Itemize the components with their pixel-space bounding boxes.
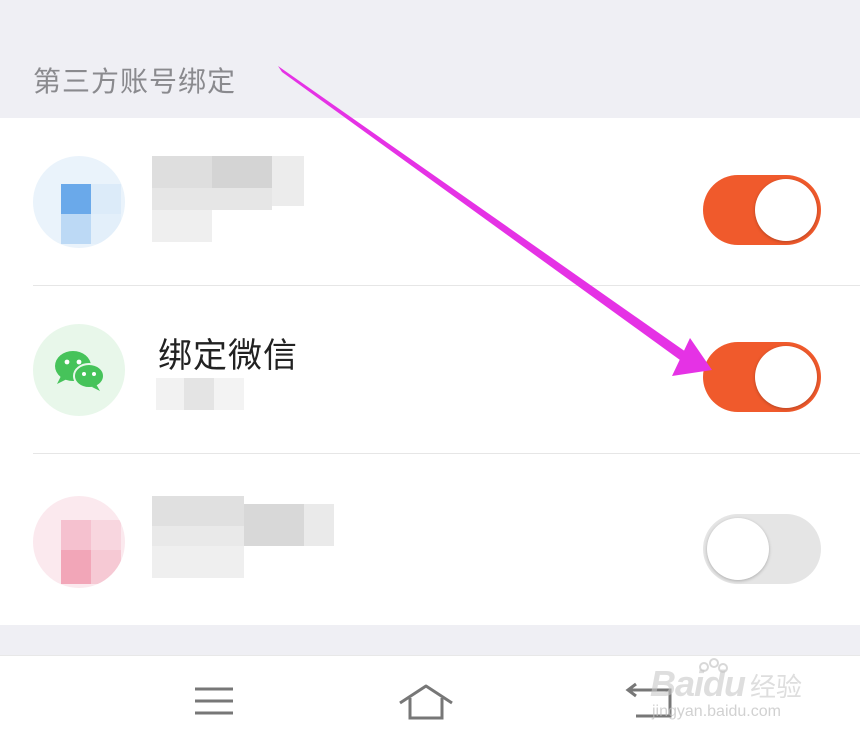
blurred-subtitle — [152, 210, 212, 242]
blurred-title — [152, 496, 244, 526]
blurred-subtitle — [214, 378, 244, 410]
toggle-knob — [755, 179, 817, 241]
account-icon-blurred — [33, 156, 125, 248]
blurred-subtitle — [152, 546, 244, 578]
section-header: 第三方账号绑定 — [0, 0, 860, 118]
blurred-title — [304, 504, 334, 546]
row-title: 绑定微信 — [158, 336, 298, 376]
section-spacer — [0, 625, 860, 655]
blurred-subtitle — [156, 378, 184, 410]
binding-row-weibo[interactable] — [0, 454, 860, 622]
blurred-title — [152, 188, 272, 210]
home-icon[interactable] — [396, 676, 456, 726]
menu-icon[interactable] — [183, 676, 243, 726]
blurred-title — [244, 504, 304, 546]
binding-row-1[interactable] — [0, 118, 860, 286]
blurred-title — [272, 156, 304, 206]
watermark-suffix: 经验 — [750, 673, 803, 703]
blurred-title — [212, 156, 272, 188]
toggle-switch-1[interactable] — [703, 175, 821, 245]
binding-row-wechat[interactable]: 绑定微信 — [0, 286, 860, 454]
app-screen: 第三方账号绑定 绑定微信 Baidu 经验 jingyan.baidu.com — [0, 0, 860, 747]
section-title: 第三方账号绑定 — [33, 65, 237, 98]
baidu-jingyan-watermark: Baidu 经验 jingyan.baidu.com — [622, 655, 812, 730]
account-binding-list: 绑定微信 — [0, 118, 860, 625]
wechat-icon — [33, 324, 125, 416]
watermark-url: jingyan.baidu.com — [652, 703, 781, 720]
watermark-brand: Baidu — [650, 663, 746, 704]
blurred-subtitle — [184, 378, 214, 410]
blurred-title — [152, 526, 244, 546]
weibo-icon-blurred — [33, 496, 125, 588]
toggle-switch-wechat[interactable] — [703, 342, 821, 412]
toggle-knob — [707, 518, 769, 580]
blurred-title — [152, 156, 212, 188]
toggle-switch-weibo[interactable] — [703, 514, 821, 584]
toggle-knob — [755, 346, 817, 408]
